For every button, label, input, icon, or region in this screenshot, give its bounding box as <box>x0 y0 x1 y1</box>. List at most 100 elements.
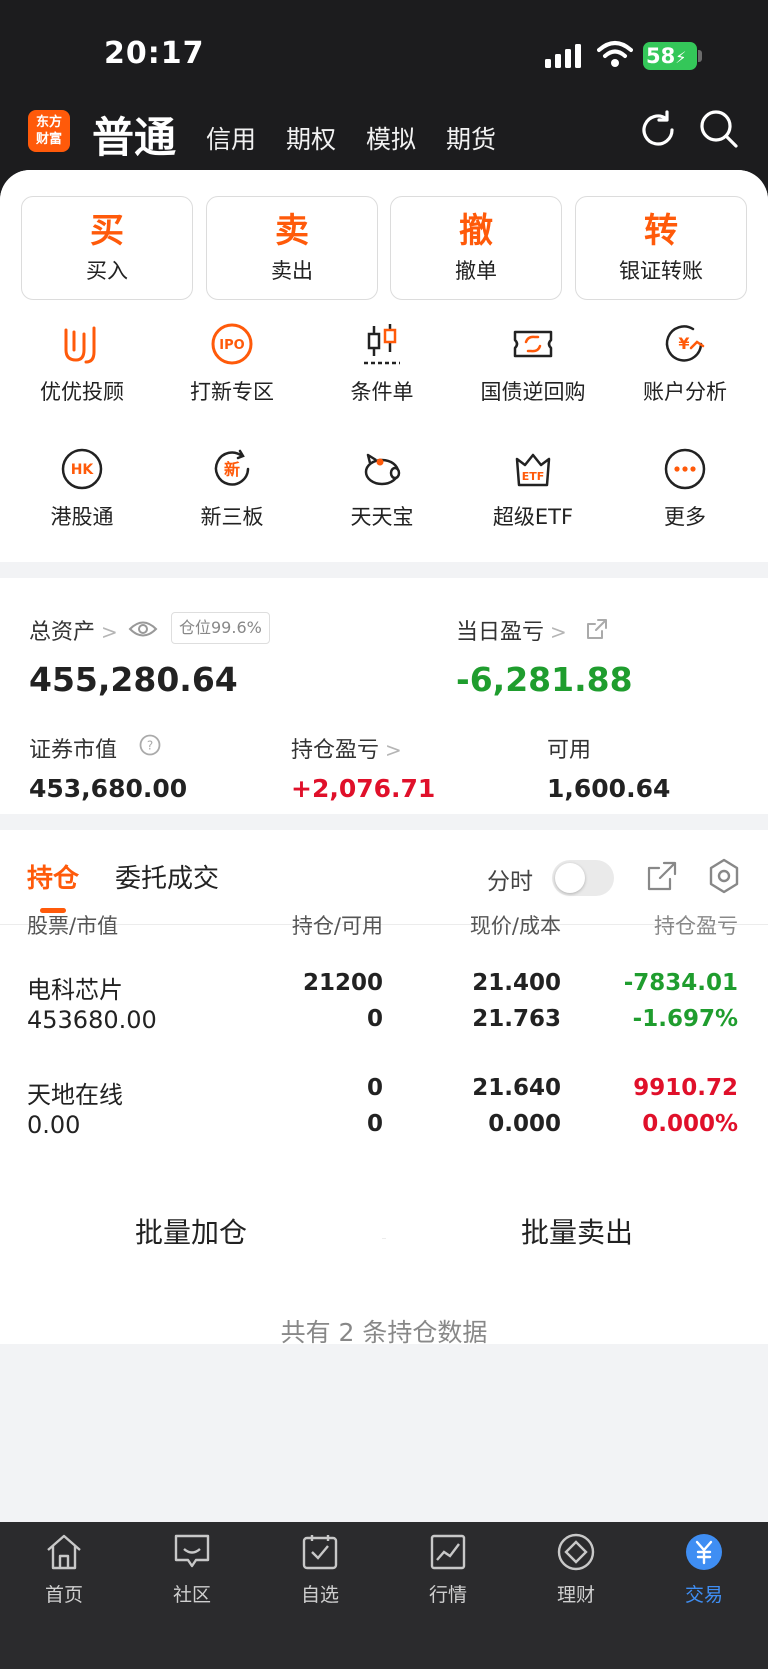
batch-sell-button[interactable]: 批量卖出 <box>386 1190 768 1276</box>
status-time: 20:17 <box>104 36 205 71</box>
wealth-icon <box>557 1533 595 1571</box>
tab-simulation[interactable]: 模拟 <box>366 120 416 156</box>
stock-cost: 21.763 <box>472 1006 561 1032</box>
account-analysis-icon-text: ¥ <box>678 334 689 353</box>
search-icon[interactable] <box>698 108 740 150</box>
community-icon <box>174 1534 210 1568</box>
feature-tiantianbao[interactable]: 天天宝 <box>307 447 457 531</box>
market-value-label: 证券市值 <box>29 738 118 763</box>
holding-pnl-label: 持仓盈亏 <box>291 738 380 763</box>
tab-holdings[interactable]: 持仓 <box>27 858 79 895</box>
transfer-label: 银证转账 <box>619 259 703 283</box>
holding-pnl-value: +2,076.71 <box>291 774 436 803</box>
ipo-icon: IPO <box>211 323 253 365</box>
top-nav: 东方 财富 普通 信用 期权 模拟 期货 <box>0 100 768 172</box>
trade-icon <box>686 1534 722 1570</box>
feature-ipo[interactable]: IPO 打新专区 <box>157 322 307 406</box>
feature-label: 国债逆回购 <box>480 380 586 404</box>
daily-pnl-link[interactable]: 当日盈亏 > <box>456 614 567 646</box>
feature-super-etf[interactable]: ETF 超级ETF <box>458 447 608 531</box>
batch-add-button[interactable]: 批量加仓 <box>0 1190 382 1276</box>
tab-futures[interactable]: 期货 <box>446 120 496 156</box>
stock-available: 0 <box>366 1111 383 1137</box>
nav-label: 理财 <box>556 1584 595 1606</box>
feature-bond-repo[interactable]: 国债逆回购 <box>458 322 608 406</box>
logo-line1: 东方 <box>35 115 62 130</box>
feature-label: 条件单 <box>350 380 414 404</box>
nav-label: 行情 <box>428 1584 467 1606</box>
share-icon[interactable] <box>586 618 608 640</box>
feature-advisor[interactable]: 优优投顾 <box>7 322 157 406</box>
feature-account-analysis[interactable]: ¥ 账户分析 <box>610 322 760 406</box>
sell-button[interactable]: 卖 卖出 <box>206 196 378 300</box>
buy-label: 买入 <box>86 259 128 283</box>
tab-orders[interactable]: 委托成交 <box>115 858 219 895</box>
stock-position: 0 <box>366 1075 383 1101</box>
charging-icon: ⚡ <box>675 48 687 67</box>
feature-label: 超级ETF <box>492 505 574 529</box>
stock-market-value: 453680.00 <box>27 1006 157 1034</box>
header-price-cost: 现价/成本 <box>469 914 561 938</box>
watchlist-icon <box>302 1535 338 1570</box>
sell-label: 卖出 <box>271 259 313 283</box>
feature-label: 更多 <box>664 505 706 529</box>
tab-credit[interactable]: 信用 <box>206 120 256 156</box>
buy-button[interactable]: 买 买入 <box>21 196 193 300</box>
new-third-board-icon-text: 新 <box>224 460 240 479</box>
chevron-right-icon: > <box>550 620 567 644</box>
nav-home[interactable]: 首页 <box>0 1532 128 1607</box>
toggle-knob <box>555 863 585 893</box>
gear-icon[interactable] <box>706 858 742 894</box>
advisor-icon <box>64 326 96 364</box>
export-icon[interactable] <box>646 860 678 892</box>
daily-pnl-value: -6,281.88 <box>456 660 633 699</box>
header-position-available: 持仓/可用 <box>291 914 383 938</box>
refresh-icon[interactable] <box>638 110 678 150</box>
nav-watchlist[interactable]: 自选 <box>256 1532 384 1607</box>
stock-price: 21.640 <box>472 1075 561 1101</box>
total-assets-label: 总资产 <box>29 620 96 645</box>
app-logo[interactable]: 东方 财富 <box>28 110 70 152</box>
chevron-right-icon: > <box>101 620 118 644</box>
asset-summary: 总资产 > 仓位99.6% 455,280.64 当日盈亏 > -6,281.88 … <box>0 578 768 814</box>
nav-wealth[interactable]: 理财 <box>512 1532 640 1607</box>
feature-conditional-order[interactable]: 条件单 <box>307 322 457 406</box>
nav-trade[interactable]: 交易 <box>640 1532 768 1607</box>
stock-price: 21.400 <box>472 970 561 996</box>
nav-market[interactable]: 行情 <box>384 1532 512 1607</box>
header-holding-pnl: 持仓盈亏 <box>654 914 738 938</box>
help-icon[interactable]: ? <box>139 734 161 756</box>
intraday-toggle[interactable] <box>552 860 614 896</box>
tab-normal[interactable]: 普通 <box>92 104 176 165</box>
cellular-signal-icon <box>545 44 581 68</box>
stock-pnl-pct: 0.000% <box>642 1111 738 1137</box>
nav-label: 自选 <box>300 1584 339 1606</box>
logo-line2: 财富 <box>35 132 62 147</box>
stock-name: 天地在线 <box>27 1081 123 1109</box>
feature-label: 优优投顾 <box>40 380 124 404</box>
battery-indicator: 58⚡ <box>643 42 697 70</box>
cancel-order-button[interactable]: 撤 撤单 <box>390 196 562 300</box>
feature-hk-connect[interactable]: HK 港股通 <box>7 447 157 531</box>
stock-market-value: 0.00 <box>27 1111 81 1139</box>
hk-icon-text: HK <box>71 462 95 478</box>
piggy-bank-icon <box>364 453 401 486</box>
feature-label: 打新专区 <box>190 380 274 404</box>
holding-pnl-link[interactable]: 持仓盈亏 > <box>291 732 402 764</box>
wifi-icon <box>597 41 633 67</box>
sell-char: 卖 <box>275 211 309 251</box>
more-icon <box>664 448 706 490</box>
available-label: 可用 <box>547 738 592 763</box>
total-assets-link[interactable]: 总资产 > <box>29 614 118 646</box>
bank-transfer-button[interactable]: 转 银证转账 <box>575 196 747 300</box>
account-analysis-icon: ¥ <box>665 325 705 362</box>
feature-new-third-board[interactable]: 新 新三板 <box>157 447 307 531</box>
stock-position: 21200 <box>302 970 383 996</box>
feature-more[interactable]: 更多 <box>610 447 760 531</box>
nav-community[interactable]: 社区 <box>128 1532 256 1607</box>
feature-label: 账户分析 <box>643 380 727 404</box>
available-value: 1,600.64 <box>547 774 671 803</box>
market-icon <box>430 1534 466 1570</box>
tab-options[interactable]: 期权 <box>286 120 336 156</box>
eye-icon[interactable] <box>128 618 158 640</box>
